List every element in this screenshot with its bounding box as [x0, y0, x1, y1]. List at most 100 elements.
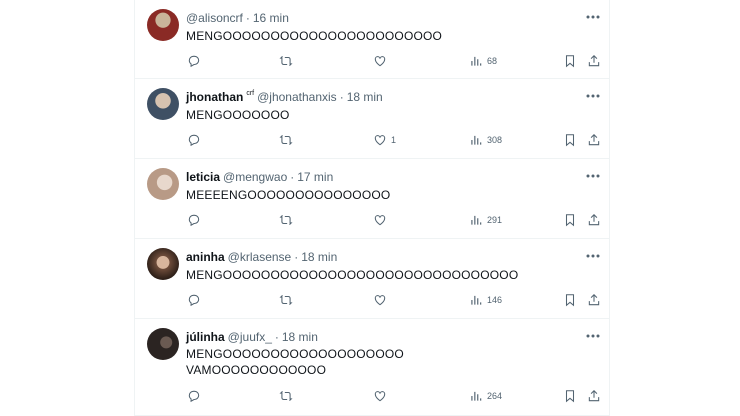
views-button[interactable]: 68 — [469, 52, 497, 70]
tweet-text: MENGOOOOOOOOOOOOOOOOOOO VAMOOOOOOOOOOOO — [186, 347, 404, 377]
more-icon — [586, 334, 600, 338]
more-icon — [586, 94, 600, 98]
views-icon — [471, 391, 482, 401]
like-icon — [374, 295, 386, 306]
avatar[interactable] — [147, 88, 179, 120]
separator-dot: · — [290, 170, 295, 184]
reply-button[interactable] — [187, 131, 201, 149]
share-icon — [588, 55, 600, 67]
separator-dot: · — [245, 11, 250, 25]
timestamp[interactable]: 17 min — [297, 170, 333, 184]
action-bar: 264 — [183, 387, 609, 405]
bookmark-icon — [565, 55, 575, 68]
bookmark-button[interactable] — [563, 291, 577, 309]
more-icon — [586, 15, 600, 19]
avatar[interactable] — [147, 168, 179, 200]
retweet-button[interactable] — [279, 387, 293, 405]
retweet-icon — [279, 55, 293, 67]
views-icon — [471, 135, 482, 145]
more-options-button[interactable] — [585, 331, 601, 341]
tweet-text: MENGOOOOOOO — [186, 108, 290, 122]
reply-icon — [188, 390, 200, 403]
display-name[interactable]: júlinha — [186, 330, 225, 344]
bookmark-icon — [565, 390, 575, 403]
avatar[interactable] — [147, 248, 179, 280]
views-icon — [471, 295, 482, 305]
share-button[interactable] — [587, 387, 601, 405]
more-options-button[interactable] — [585, 91, 601, 101]
display-name[interactable]: aninha — [186, 250, 225, 264]
bookmark-icon — [565, 134, 575, 147]
more-options-button[interactable] — [585, 171, 601, 181]
like-button[interactable] — [373, 52, 391, 70]
more-options-button[interactable] — [585, 251, 601, 261]
like-button[interactable] — [373, 387, 391, 405]
reply-icon — [188, 214, 200, 227]
retweet-button[interactable] — [279, 131, 293, 149]
tweet-header: @alisoncrf · 16 min — [186, 11, 289, 25]
view-count: 291 — [487, 215, 503, 225]
separator-dot: · — [274, 330, 279, 344]
like-button[interactable]: 1 — [373, 131, 396, 149]
timestamp[interactable]: 16 min — [253, 11, 289, 25]
action-bar: 68 — [183, 52, 609, 70]
display-name[interactable]: leticia — [186, 170, 220, 184]
like-count: 1 — [391, 135, 397, 145]
tweet[interactable]: leticia @mengwao · 17 min MEEEENGOOOOOOO… — [135, 159, 609, 239]
share-icon — [588, 390, 600, 402]
action-bar: 1 308 — [183, 131, 609, 149]
reply-button[interactable] — [187, 52, 201, 70]
reply-button[interactable] — [187, 291, 201, 309]
timestamp[interactable]: 18 min — [301, 250, 337, 264]
user-handle[interactable]: @krlasense — [228, 250, 292, 264]
tweet-header: leticia @mengwao · 17 min — [186, 170, 333, 184]
view-count: 264 — [487, 391, 503, 401]
timestamp[interactable]: 18 min — [347, 90, 383, 104]
tweet[interactable]: jhonathan crf @jhonathanxis · 18 min MEN… — [135, 79, 609, 159]
share-button[interactable] — [587, 131, 601, 149]
tweet-text: MEEEENGOOOOOOOOOOOOOOO — [186, 188, 391, 202]
share-button[interactable] — [587, 211, 601, 229]
like-button[interactable] — [373, 211, 391, 229]
bookmark-button[interactable] — [563, 387, 577, 405]
bookmark-button[interactable] — [563, 52, 577, 70]
like-icon — [374, 391, 386, 402]
views-button[interactable]: 264 — [469, 387, 502, 405]
retweet-button[interactable] — [279, 291, 293, 309]
user-handle[interactable]: @juufx_ — [228, 330, 272, 344]
user-handle[interactable]: @alisoncrf — [186, 11, 243, 25]
views-icon — [471, 56, 482, 66]
display-name[interactable]: jhonathan — [186, 90, 243, 104]
avatar[interactable] — [147, 9, 179, 41]
avatar[interactable] — [147, 328, 179, 360]
like-button[interactable] — [373, 291, 391, 309]
views-button[interactable]: 146 — [469, 291, 502, 309]
reply-button[interactable] — [187, 387, 201, 405]
reply-icon — [188, 294, 200, 307]
user-handle[interactable]: @jhonathanxis — [257, 90, 337, 104]
views-button[interactable]: 291 — [469, 211, 502, 229]
tweet-feed: @alisoncrf · 16 min MENGOOOOOOOOOOOOOOOO… — [134, 0, 610, 416]
user-handle[interactable]: @mengwao — [223, 170, 287, 184]
bookmark-icon — [565, 294, 575, 307]
tweet[interactable]: aninha @krlasense · 18 min MENGOOOOOOOOO… — [135, 239, 609, 319]
share-button[interactable] — [587, 52, 601, 70]
retweet-button[interactable] — [279, 211, 293, 229]
timestamp[interactable]: 18 min — [282, 330, 318, 344]
bookmark-button[interactable] — [563, 131, 577, 149]
retweet-button[interactable] — [279, 52, 293, 70]
views-button[interactable]: 308 — [469, 131, 502, 149]
tweet[interactable]: @alisoncrf · 16 min MENGOOOOOOOOOOOOOOOO… — [135, 0, 609, 79]
view-count: 308 — [487, 135, 503, 145]
tweet-header: júlinha @juufx_ · 18 min — [186, 330, 318, 344]
reply-icon — [188, 134, 200, 147]
reply-button[interactable] — [187, 211, 201, 229]
more-options-button[interactable] — [585, 12, 601, 22]
share-button[interactable] — [587, 291, 601, 309]
share-icon — [588, 134, 600, 146]
reply-icon — [188, 55, 200, 68]
retweet-icon — [279, 214, 293, 226]
bookmark-button[interactable] — [563, 211, 577, 229]
tweet[interactable]: júlinha @juufx_ · 18 min MENGOOOOOOOOOOO… — [135, 319, 609, 416]
more-icon — [586, 254, 600, 258]
